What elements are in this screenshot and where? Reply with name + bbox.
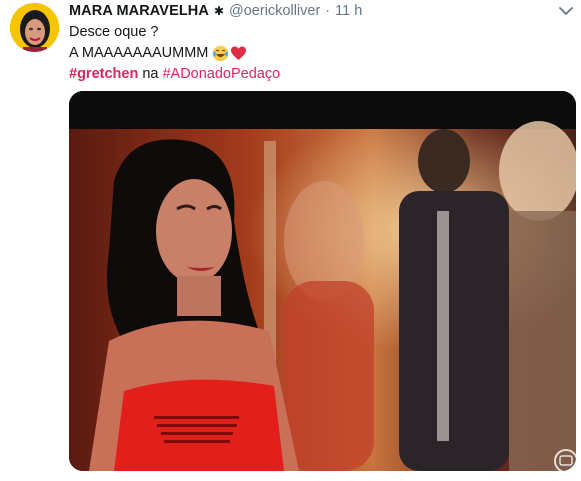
tweet-line-text: Desce oque ?	[69, 24, 159, 40]
display-name[interactable]: MARA MARAVELHA	[69, 3, 209, 19]
photo-scene	[69, 91, 576, 471]
connector-text: na	[142, 66, 159, 82]
red-heart-icon	[230, 45, 247, 62]
timestamp[interactable]: 11 h	[335, 3, 362, 19]
face-with-tears-of-joy-icon	[212, 45, 229, 62]
tweet-line-text: A MAAAAAAAUMMM	[69, 45, 209, 61]
chevron-down-icon[interactable]	[558, 4, 574, 18]
user-handle[interactable]: @oerickolliver	[229, 3, 320, 19]
asterisk-badge-icon: ✱	[213, 4, 225, 18]
tweet-media-photo[interactable]	[69, 91, 576, 471]
separator-dot: ·	[325, 3, 331, 19]
tweet-text: Desce oque ? A MAAAAAAAUMMM #gretchen na…	[69, 22, 280, 85]
hashtag-link[interactable]: #ADonadoPedaço	[162, 64, 280, 85]
tweet-text-line-2: A MAAAAAAAUMMM	[69, 43, 280, 64]
tweet-header: MARA MARAVELHA ✱ @oerickolliver · 11 h	[69, 1, 362, 21]
hashtag-link[interactable]: #gretchen	[69, 64, 138, 85]
avatar[interactable]	[10, 3, 59, 52]
tweet-text-line-1: Desce oque ?	[69, 22, 280, 43]
tweet-text-line-3: #gretchen na #ADonadoPedaço	[69, 64, 280, 85]
tweet[interactable]: MARA MARAVELHA ✱ @oerickolliver · 11 h D…	[0, 0, 581, 481]
